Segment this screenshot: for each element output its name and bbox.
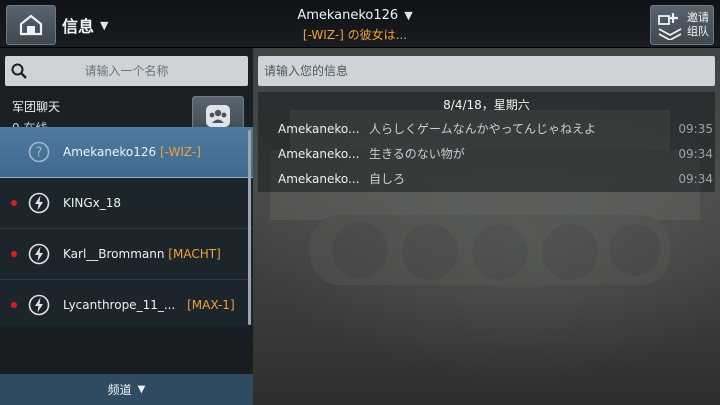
message-time: 09:35: [678, 121, 713, 136]
invite-label-line1: 邀请: [687, 11, 709, 24]
unknown-status-icon: ?: [28, 141, 50, 163]
message-text: 人らしくゲームなんかやってんじゃねえよ: [369, 122, 597, 136]
home-icon: [19, 14, 43, 36]
clan-chat-title: 军团聊天: [12, 100, 61, 114]
chat-message[interactable]: Amekaneko... 自しろ 09:34: [258, 166, 715, 191]
friend-item[interactable]: Lycanthrope_11_... [MAX-1]: [0, 280, 253, 326]
message-sender[interactable]: Amekaneko...: [278, 147, 366, 161]
channels-label: 频道: [107, 383, 132, 397]
friend-item[interactable]: Karl__Brommann [MACHT]: [0, 229, 253, 280]
offline-status-dot: [11, 302, 17, 308]
friend-name: Amekaneko126 [-WIZ-]: [63, 145, 201, 159]
search-icon: [5, 63, 33, 79]
channels-section-toggle[interactable]: 频道 ▼: [0, 374, 253, 405]
svg-text:?: ?: [36, 146, 43, 161]
friend-name: Karl__Brommann [MACHT]: [63, 247, 221, 261]
chat-partner-header[interactable]: Amekaneko126 ▼ [-WIZ-] の彼女は...: [230, 8, 480, 43]
chat-partner-name: Amekaneko126: [297, 8, 399, 23]
lightning-icon: [28, 294, 50, 316]
friend-item[interactable]: ? Amekaneko126 [-WIZ-]: [0, 127, 253, 178]
add-squad-icon: [658, 13, 682, 40]
invite-squad-button[interactable]: 邀请 组队: [650, 5, 714, 45]
offline-status-dot: [11, 200, 17, 206]
invite-label-line2: 组队: [687, 25, 709, 38]
message-time: 09:34: [678, 146, 713, 161]
lightning-icon: [28, 243, 50, 265]
message-text: 生きるのない物が: [369, 147, 465, 161]
clan-group-icon: [206, 105, 230, 127]
message-input[interactable]: [258, 56, 715, 86]
page-title: 信息: [62, 17, 95, 36]
message-text: 自しろ: [369, 172, 406, 186]
search-input[interactable]: [33, 64, 248, 78]
lightning-icon: [28, 192, 50, 214]
chat-message[interactable]: Amekaneko... 生きるのない物が 09:34: [258, 141, 715, 166]
chat-partner-status: [-WIZ-] の彼女は...: [302, 28, 408, 42]
offline-status-dot: [11, 251, 17, 257]
message-sender[interactable]: Amekaneko...: [278, 172, 366, 186]
friend-name: Lycanthrope_11_... [MAX-1]: [63, 298, 235, 312]
chevron-down-icon: ▼: [137, 384, 146, 395]
friend-list-scrollbar[interactable]: [248, 130, 251, 325]
top-bar: 信息 ▼ Amekaneko126 ▼ [-WIZ-] の彼女は... 邀请 组…: [0, 0, 720, 48]
chat-history: 8/4/18，星期六 Amekaneko... 人らしくゲームなんかやってんじゃ…: [258, 92, 715, 192]
home-button[interactable]: [6, 5, 56, 45]
messages-dropdown[interactable]: 信息 ▼: [62, 13, 108, 37]
friend-list: ? Amekaneko126 [-WIZ-] KINGx_18 Karl__Br…: [0, 127, 253, 326]
scrollbar-thumb[interactable]: [248, 130, 251, 325]
friend-name: KINGx_18: [63, 196, 122, 210]
friend-item[interactable]: KINGx_18: [0, 178, 253, 229]
chat-message[interactable]: Amekaneko... 人らしくゲームなんかやってんじゃねえよ 09:35: [258, 116, 715, 141]
message-sender[interactable]: Amekaneko...: [278, 122, 366, 136]
chevron-down-icon: ▼: [404, 9, 413, 22]
message-time: 09:34: [678, 171, 713, 186]
search-box[interactable]: [5, 56, 248, 86]
chevron-down-icon: ▼: [100, 18, 109, 32]
chat-date: 8/4/18，星期六: [443, 97, 530, 112]
